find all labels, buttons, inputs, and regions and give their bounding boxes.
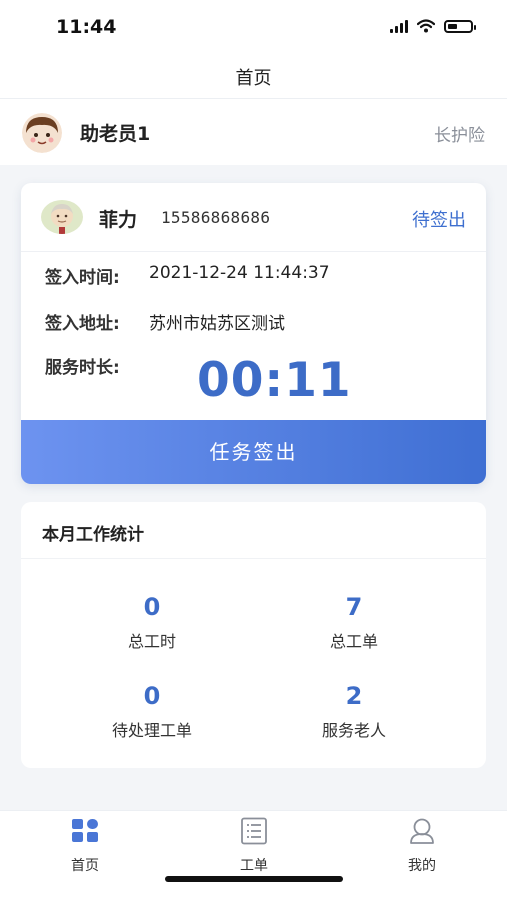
elder-phone[interactable]: 15586868686 bbox=[161, 208, 270, 227]
elder-name: 菲力 bbox=[99, 209, 138, 231]
service-duration-label: 服务时长: bbox=[45, 358, 120, 378]
stat-pending-orders[interactable]: 0 待处理工单 bbox=[52, 681, 252, 741]
stat-label: 待处理工单 bbox=[111, 721, 192, 740]
page-title: 首页 bbox=[235, 68, 272, 89]
checkin-time-value: 2021-12-24 11:44:37 bbox=[149, 263, 330, 283]
stat-served-elders[interactable]: 2 服务老人 bbox=[254, 681, 454, 741]
tab-profile[interactable]: 我的 bbox=[372, 817, 472, 875]
elder-avatar bbox=[41, 200, 83, 234]
stats-title: 本月工作统计 bbox=[42, 525, 144, 545]
task-status-badge: 待签出 bbox=[412, 210, 466, 231]
cellular-signal-icon bbox=[390, 19, 408, 33]
service-duration-timer: 00:11 bbox=[197, 353, 352, 408]
stat-total-orders[interactable]: 7 总工单 bbox=[254, 592, 454, 652]
task-checkout-button[interactable]: 任务签出 bbox=[21, 420, 486, 484]
tab-label: 首页 bbox=[71, 858, 99, 874]
list-icon bbox=[241, 817, 267, 845]
home-indicator[interactable] bbox=[165, 876, 343, 882]
stat-label: 总工时 bbox=[127, 632, 176, 651]
current-task-card: 菲力 15586868686 待签出 签入时间: 2021-12-24 11:4… bbox=[21, 183, 486, 484]
user-header: 助老员1 长护险 bbox=[0, 99, 507, 165]
stat-label: 总工单 bbox=[329, 632, 378, 651]
stat-value: 0 bbox=[143, 682, 161, 710]
status-icons bbox=[390, 19, 476, 33]
checkin-address-label: 签入地址: bbox=[45, 314, 120, 334]
home-grid-icon bbox=[72, 819, 98, 842]
stats-divider bbox=[21, 558, 486, 559]
status-bar: 11:44 bbox=[0, 0, 507, 56]
checkin-time-label: 签入时间: bbox=[45, 268, 120, 288]
status-time: 11:44 bbox=[56, 16, 117, 38]
monthly-stats-card: 本月工作统计 0 总工时 7 总工单 0 待处理工单 2 服务老人 bbox=[21, 502, 486, 768]
card-divider bbox=[21, 251, 486, 252]
battery-icon bbox=[444, 19, 476, 33]
stat-total-hours[interactable]: 0 总工时 bbox=[52, 592, 252, 652]
stat-value: 2 bbox=[345, 682, 363, 710]
stat-label: 服务老人 bbox=[321, 721, 386, 740]
person-icon bbox=[410, 818, 434, 844]
user-avatar[interactable] bbox=[22, 113, 62, 153]
stat-value: 7 bbox=[345, 593, 363, 621]
tab-orders[interactable]: 工单 bbox=[204, 817, 304, 875]
user-name: 助老员1 bbox=[80, 123, 151, 145]
tab-label: 我的 bbox=[408, 858, 436, 874]
wifi-icon bbox=[417, 19, 435, 33]
tab-home[interactable]: 首页 bbox=[35, 817, 135, 875]
checkin-address-value: 苏州市姑苏区测试 bbox=[149, 314, 285, 334]
tab-label: 工单 bbox=[240, 858, 268, 874]
insurance-type-label: 长护险 bbox=[434, 126, 485, 146]
tab-bar: 首页 工单 我的 bbox=[0, 810, 507, 901]
stat-value: 0 bbox=[143, 593, 161, 621]
nav-bar: 首页 bbox=[0, 56, 507, 99]
